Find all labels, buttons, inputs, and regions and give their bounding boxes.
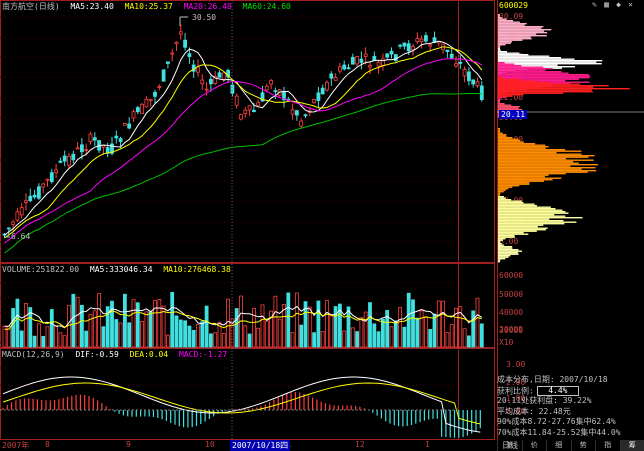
volume-ma10: MA10:276468.38 [163, 265, 231, 274]
tab-detail[interactable]: 细 [546, 440, 571, 451]
tab-trend[interactable]: 势 [570, 440, 596, 451]
tab-chips[interactable]: 筹 [619, 440, 644, 451]
macd-histogram [2, 392, 481, 438]
moving-average-lines [4, 40, 483, 254]
dist-title: 成本分布,日期: 2007/10/18 [497, 375, 608, 384]
tab-price[interactable]: 价 [521, 440, 547, 451]
dea-value: DEA:0.04 [129, 350, 169, 359]
tab-index[interactable]: 指 [595, 440, 620, 451]
ma60-value: MA60:24.60 [242, 2, 291, 11]
profit-label: 获利比例: [497, 386, 534, 395]
ma5-value: MA5:23.40 [70, 2, 114, 11]
cost-70-range: 70%成本11.84-25.52集中44.0% [497, 427, 621, 437]
high-price-label: 30.50 [192, 13, 217, 22]
sidebar-tabs: 笔 价 细 势 指 筹 [497, 440, 644, 451]
settings-icon[interactable]: ◆ [614, 0, 623, 9]
dif-value: DIF:-0.59 [75, 350, 119, 359]
pin-icon[interactable]: ✎ [590, 0, 599, 9]
profit-row: 获利比例: 4.4% [497, 385, 644, 397]
volume-bars [2, 291, 484, 348]
profit-at-price: 20.11处获利盘: 39.22% [497, 396, 592, 405]
date-tick: 10 [205, 440, 215, 449]
ma10-value: MA10:25.37 [124, 2, 173, 11]
cost-info-panel: 成本分布,日期: 2007/10/18 获利比例: 4.4% 20.11处获利盘:… [497, 375, 644, 438]
average-cost: 平均成本: 22.48元 [497, 406, 571, 416]
volume-value: VOLUME:251822.00 [2, 265, 80, 274]
legend-item-60d[interactable]: 60日前成本12.3% [560, 353, 644, 364]
tab-trades[interactable]: 笔 [497, 440, 522, 451]
date-tick: 12 [355, 440, 365, 449]
cost-90-range: 90%成本8.72-27.76集中62.4% [497, 417, 616, 426]
legend-item-5d[interactable]: 5日前成本88.0% [560, 309, 644, 320]
cursor-date-label: 2007/10/18四 [230, 440, 291, 451]
cost-legend: 5日前成本88.0% 10日前成本77.2% 20日前成本54.1% 30日前成… [560, 309, 644, 375]
date-tick: 1 [425, 440, 430, 449]
ma20-value: MA20:26.48 [183, 2, 232, 11]
volume-header: VOLUME:251822.00 MA5:333046.34 MA10:2764… [2, 264, 237, 276]
legend-item-20d[interactable]: 20日前成本54.1% [560, 331, 644, 342]
macd-value: MACD:-1.27 [179, 350, 228, 359]
candlesticks [2, 24, 484, 238]
macd-title: MACD(12,26,9) [2, 350, 65, 359]
chart-area[interactable] [0, 0, 495, 451]
volume-ma5: MA5:333046.34 [89, 265, 153, 274]
sidebar-toolbar: ✎ ▦ ◆ ✕ [590, 0, 635, 9]
grid-icon[interactable]: ▦ [602, 0, 611, 9]
profit-ratio-box: 4.4% [536, 385, 579, 396]
legend-item-30d[interactable]: 30日前成本38.3% [560, 342, 644, 353]
date-tick: 9 [126, 440, 131, 449]
legend-item-10d[interactable]: 10日前成本77.2% [560, 320, 644, 331]
close-icon[interactable]: ✕ [626, 0, 635, 9]
macd-header: MACD(12,26,9) DIF:-0.59 DEA:0.04 MACD:-1… [2, 349, 233, 361]
legend-item-100d[interactable]: 100日前成本1.8% [560, 364, 644, 375]
stock-symbol: 600029 [499, 1, 528, 10]
main-header: 南方航空(日线) MA5:23.40 MA10:25.37 MA20:26.48… [2, 1, 297, 13]
date-tick: 2007年 [2, 441, 30, 450]
chart-title: 南方航空(日线) [2, 2, 60, 11]
date-tick: 8 [45, 440, 50, 449]
low-price-label: 6.64 [11, 232, 31, 241]
current-price-tag: 20.11 [499, 110, 528, 119]
